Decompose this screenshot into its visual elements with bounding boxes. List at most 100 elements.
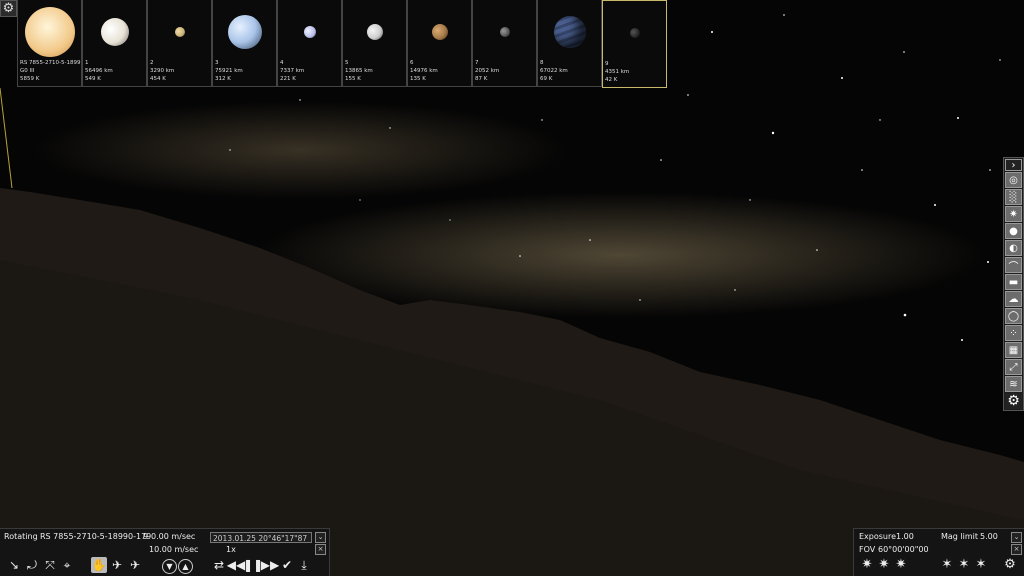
planet-thumbnail-icon — [174, 27, 185, 37]
comet-icon[interactable]: ⌒ — [1005, 257, 1022, 273]
date-dropdown-icon[interactable]: ⌄ — [315, 532, 326, 543]
planet-cell-5[interactable]: 5 13865 km 155 K — [342, 0, 407, 87]
nebula-icon[interactable]: ░ — [1005, 189, 1022, 205]
expand-icon[interactable]: ⤢ — [1005, 359, 1022, 375]
select-tool-icon[interactable]: ↘ — [6, 557, 22, 573]
planet-temp: 69 K — [540, 76, 553, 82]
system-browser-bar: RS 7855-2710-5-1899 G0 III 5859 K 1 5649… — [17, 0, 667, 88]
dots-icon[interactable]: ⁘ — [1005, 325, 1022, 341]
speed-up-icon[interactable]: ▲ — [178, 559, 193, 574]
star-icon[interactable]: ✷ — [1005, 206, 1022, 222]
toolbar-settings-gear-icon[interactable]: ⚙ — [1005, 393, 1022, 409]
star-brightness-icon[interactable]: ✷ — [876, 556, 892, 572]
dim-star-icon[interactable]: ✷ — [859, 556, 875, 572]
exposure-reset-icon[interactable]: ✶ — [956, 556, 972, 572]
fast-forward-icon[interactable]: ▶▶ — [261, 557, 279, 573]
planet-cell-3[interactable]: 3 75921 km 312 K — [212, 0, 277, 87]
object-filter-toolbar: › ◎ ░ ✷ ● ◐ ⌒ ▬ ☁ ◯ ⁘ ▦ ⤢ ≋ ⚙ — [1003, 157, 1024, 411]
planet-name: 6 — [410, 60, 414, 66]
pause-icon[interactable]: ❚❚ — [243, 557, 263, 573]
crosshair-icon[interactable]: ⌖ — [59, 557, 75, 573]
exposure-value[interactable]: 1.00 — [896, 532, 914, 541]
planet-thumbnail-icon — [431, 24, 448, 40]
planet-name: RS 7855-2710-5-1899 — [20, 60, 81, 66]
planet-temp: 454 K — [150, 76, 166, 82]
planet-temp: 42 K — [605, 77, 618, 83]
planet-size: 14976 km — [410, 68, 438, 74]
planet-temp: 5859 K — [20, 76, 40, 82]
asteroid-icon[interactable]: ▬ — [1005, 274, 1022, 290]
planet-cell-4[interactable]: 4 7337 km 221 K — [277, 0, 342, 87]
exposure-down-icon[interactable]: ✶ — [939, 556, 955, 572]
planet-thumbnail-icon — [629, 28, 640, 38]
planet-name: 9 — [605, 61, 609, 67]
cloud-icon[interactable]: ☁ — [1005, 291, 1022, 307]
fov-value[interactable]: 60°00'00"00 — [878, 545, 929, 554]
planet-icon[interactable]: ◐ — [1005, 240, 1022, 256]
close-icon[interactable]: × — [315, 544, 326, 555]
rewind-icon[interactable]: ◀◀ — [227, 557, 245, 573]
planet-temp: 87 K — [475, 76, 488, 82]
ring-icon[interactable]: ◯ — [1005, 308, 1022, 324]
planet-name: 5 — [345, 60, 349, 66]
planet-cell-6[interactable]: 6 14976 km 135 K — [407, 0, 472, 87]
planet-cell-9[interactable]: 9 4351 km 42 K — [602, 0, 667, 88]
planet-size: 4351 km — [605, 69, 630, 75]
planet-name: 4 — [280, 60, 284, 66]
sun-icon[interactable]: ● — [1005, 223, 1022, 239]
planet-size: G0 III — [20, 68, 35, 74]
planet-cell-8[interactable]: 8 67022 km 69 K — [537, 0, 602, 87]
time-rate: 1x — [226, 545, 236, 554]
lines-icon[interactable]: ≋ — [1005, 376, 1022, 392]
planet-temp: 155 K — [345, 76, 361, 82]
realtime-check-icon[interactable]: ✔ — [279, 557, 295, 573]
planet-name: 8 — [540, 60, 544, 66]
fov-label: FOV — [859, 545, 876, 554]
planet-thumbnail-icon — [499, 27, 510, 37]
planet-thumbnail-icon — [553, 16, 586, 48]
target-speed: 10.00 m/sec — [149, 545, 199, 554]
settings-gear-icon[interactable]: ⚙ — [0, 0, 17, 17]
camera-close-icon[interactable]: × — [1011, 544, 1022, 555]
exposure-up-icon[interactable]: ✶ — [973, 556, 989, 572]
planet-thumbnail-icon — [100, 18, 129, 46]
planet-name: 1 — [85, 60, 89, 66]
time-reverse-icon[interactable]: ⇄ — [211, 557, 227, 573]
planet-cell-1[interactable]: 1 56496 km 549 K — [82, 0, 147, 87]
camera-mode: Rotating — [4, 532, 38, 541]
date-time-field[interactable]: 2013.01.25 20°46"17"87 — [210, 532, 312, 543]
free-camera-icon[interactable]: ✋ — [91, 557, 107, 573]
planet-size: 67022 km — [540, 68, 568, 74]
planet-name: 3 — [215, 60, 219, 66]
star-thumbnail-icon — [24, 7, 75, 57]
planet-temp: 549 K — [85, 76, 101, 82]
camera-dropdown-icon[interactable]: ⌄ — [1011, 532, 1022, 543]
spaceship-icon[interactable]: ✈ — [109, 557, 125, 573]
camera-settings-gear-icon[interactable]: ⚙ — [1002, 556, 1018, 572]
grid-icon[interactable]: ▦ — [1005, 342, 1022, 358]
speed-down-icon[interactable]: ▼ — [162, 559, 177, 574]
mag-limit-label: Mag limit — [941, 532, 979, 541]
rotate-icon[interactable]: ⤾ — [24, 557, 40, 573]
planet-size: 7337 km — [280, 68, 305, 74]
current-time-icon[interactable]: ⤓ — [296, 557, 312, 573]
planet-temp: 221 K — [280, 76, 296, 82]
mag-limit-value[interactable]: 5.00 — [980, 532, 998, 541]
planet-cell-0[interactable]: RS 7855-2710-5-1899 G0 III 5859 K — [17, 0, 82, 87]
aircraft-icon[interactable]: ✈ — [127, 557, 143, 573]
planet-name: 2 — [150, 60, 154, 66]
planet-cell-7[interactable]: 7 2052 km 87 K — [472, 0, 537, 87]
planet-size: 75921 km — [215, 68, 243, 74]
current-speed: 0.00 m/sec — [151, 532, 196, 541]
planet-size: 2052 km — [475, 68, 500, 74]
planet-thumbnail-icon — [303, 26, 316, 38]
planet-temp: 312 K — [215, 76, 231, 82]
fly-to-icon[interactable]: ⤧ — [42, 557, 58, 573]
galaxy-icon[interactable]: ◎ — [1005, 172, 1022, 188]
planet-cell-2[interactable]: 2 3290 km 454 K — [147, 0, 212, 87]
target-name: RS 7855-2710-5-18990-179 — [40, 532, 152, 541]
bright-star-icon[interactable]: ✷ — [893, 556, 909, 572]
planet-size: 56496 km — [85, 68, 113, 74]
planet-temp: 135 K — [410, 76, 426, 82]
collapse-chevron-icon[interactable]: › — [1005, 159, 1022, 171]
